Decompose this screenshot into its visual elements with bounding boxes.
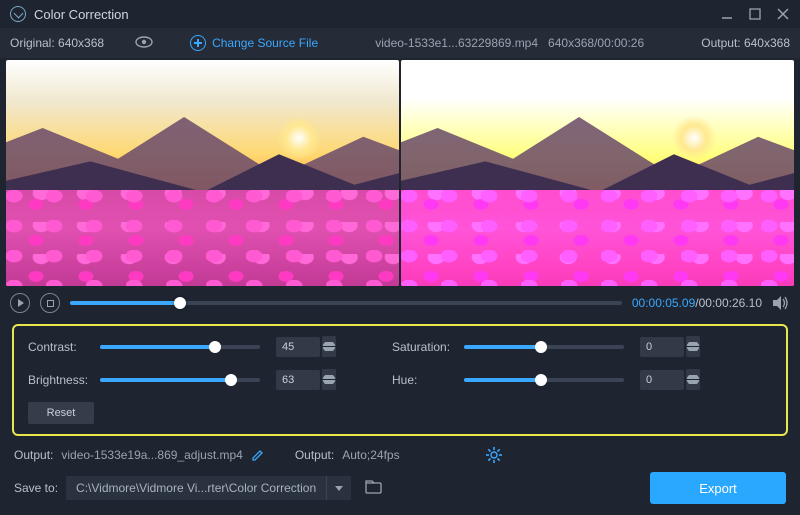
original-dims: 640x368 [58, 36, 104, 50]
preview-toggle-icon[interactable] [134, 35, 154, 52]
open-folder-icon[interactable] [365, 480, 383, 497]
output-file-label: Output: [14, 448, 53, 462]
adjustment-panel: Contrast: 45 Saturation: 0 Brightness: 6… [12, 324, 788, 436]
play-button[interactable] [10, 293, 30, 313]
contrast-value-box[interactable]: 45 [276, 336, 336, 357]
saturation-label: Saturation: [392, 340, 464, 354]
brightness-value-box[interactable]: 63 [276, 369, 336, 390]
time-total: 00:00:26.10 [699, 296, 762, 310]
contrast-slider[interactable] [100, 345, 260, 349]
plus-icon [190, 35, 206, 51]
app-logo-icon [10, 6, 26, 22]
brightness-slider[interactable] [100, 378, 260, 382]
contrast-step-down[interactable] [322, 347, 336, 357]
contrast-value[interactable]: 45 [276, 337, 320, 357]
timeline-slider[interactable] [70, 301, 622, 305]
original-label: Original: [10, 36, 55, 50]
saturation-step-up[interactable] [686, 336, 700, 346]
hue-value-box[interactable]: 0 [640, 369, 700, 390]
saturation-value-box[interactable]: 0 [640, 336, 700, 357]
saturation-slider[interactable] [464, 345, 624, 349]
save-to-label: Save to: [14, 481, 58, 495]
output-dims: 640x368 [744, 36, 790, 50]
maximize-button[interactable] [748, 7, 762, 21]
close-button[interactable] [776, 7, 790, 21]
hue-step-up[interactable] [686, 369, 700, 379]
change-source-button[interactable]: Change Source File [190, 35, 318, 51]
saturation-step-down[interactable] [686, 347, 700, 357]
source-meta: 640x368/00:00:26 [548, 36, 644, 50]
edit-filename-icon[interactable] [251, 448, 265, 462]
output-format: Auto;24fps [342, 448, 399, 462]
brightness-step-up[interactable] [322, 369, 336, 379]
stop-button[interactable] [40, 293, 60, 313]
brightness-label: Brightness: [28, 373, 100, 387]
saturation-value[interactable]: 0 [640, 337, 684, 357]
output-dim-label: Output: [701, 36, 740, 50]
hue-step-down[interactable] [686, 380, 700, 390]
time-current: 00:00:05.09 [632, 296, 695, 310]
hue-value[interactable]: 0 [640, 370, 684, 390]
save-path-box: C:\Vidmore\Vidmore Vi...rter\Color Corre… [66, 476, 351, 500]
save-row: Save to: C:\Vidmore\Vidmore Vi...rter\Co… [0, 468, 800, 508]
output-settings-icon[interactable] [486, 447, 502, 463]
timecode: 00:00:05.09/00:00:26.10 [632, 296, 762, 310]
output-row: Output: video-1533e19a...869_adjust.mp4 … [0, 442, 800, 468]
output-filename: video-1533e19a...869_adjust.mp4 [61, 448, 242, 462]
titlebar: Color Correction [0, 0, 800, 28]
reset-button[interactable]: Reset [28, 402, 94, 424]
timeline-thumb[interactable] [174, 297, 186, 309]
adjusted-preview [401, 60, 794, 286]
save-path[interactable]: C:\Vidmore\Vidmore Vi...rter\Color Corre… [66, 481, 326, 495]
change-source-label: Change Source File [212, 36, 318, 50]
transport-bar: 00:00:05.09/00:00:26.10 [0, 286, 800, 320]
stop-icon [47, 300, 54, 307]
window-title: Color Correction [34, 7, 129, 22]
chevron-down-icon [335, 486, 343, 491]
hue-slider[interactable] [464, 378, 624, 382]
contrast-step-up[interactable] [322, 336, 336, 346]
preview-area [0, 58, 800, 286]
output-format-label: Output: [295, 448, 334, 462]
info-bar: Original: 640x368 Change Source File vid… [0, 28, 800, 58]
save-path-dropdown[interactable] [327, 486, 351, 491]
minimize-button[interactable] [720, 7, 734, 21]
export-button[interactable]: Export [650, 472, 786, 504]
original-preview [6, 60, 399, 286]
brightness-value[interactable]: 63 [276, 370, 320, 390]
hue-label: Hue: [392, 373, 464, 387]
source-filename: video-1533e1...63229869.mp4 [375, 36, 538, 50]
volume-button[interactable] [772, 295, 790, 311]
brightness-step-down[interactable] [322, 380, 336, 390]
play-icon [18, 299, 24, 307]
contrast-label: Contrast: [28, 340, 100, 354]
